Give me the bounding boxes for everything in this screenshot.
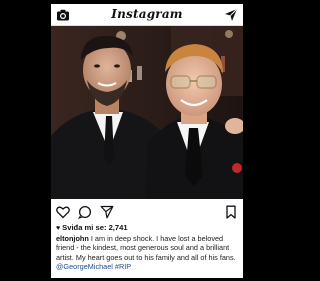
- likes-label: Sviđa mi se: 2,741: [62, 223, 128, 232]
- comment-icon[interactable]: [78, 205, 92, 219]
- top-bar: Instagram: [51, 4, 243, 26]
- likes-count[interactable]: ♥ Sviđa mi se: 2,741: [56, 223, 128, 232]
- likes-heart-icon: ♥: [56, 225, 61, 232]
- caption-username[interactable]: eltonjohn: [56, 234, 89, 243]
- heart-icon[interactable]: [56, 205, 70, 219]
- post-caption: eltonjohn I am in deep shock. I have los…: [56, 234, 240, 272]
- share-icon[interactable]: [100, 205, 114, 219]
- brand-title: Instagram: [111, 7, 183, 21]
- instagram-post-frame: Instagram ♥ Sviđa mi se: 2,741 eltonjohn…: [51, 4, 243, 278]
- caption-hashtags[interactable]: @GeorgeMichael #RIP: [56, 262, 131, 271]
- post-actions: [51, 203, 243, 221]
- photo-image: [51, 26, 243, 199]
- bookmark-icon[interactable]: [224, 205, 238, 219]
- post-photo: [51, 26, 243, 199]
- send-icon[interactable]: [224, 8, 238, 22]
